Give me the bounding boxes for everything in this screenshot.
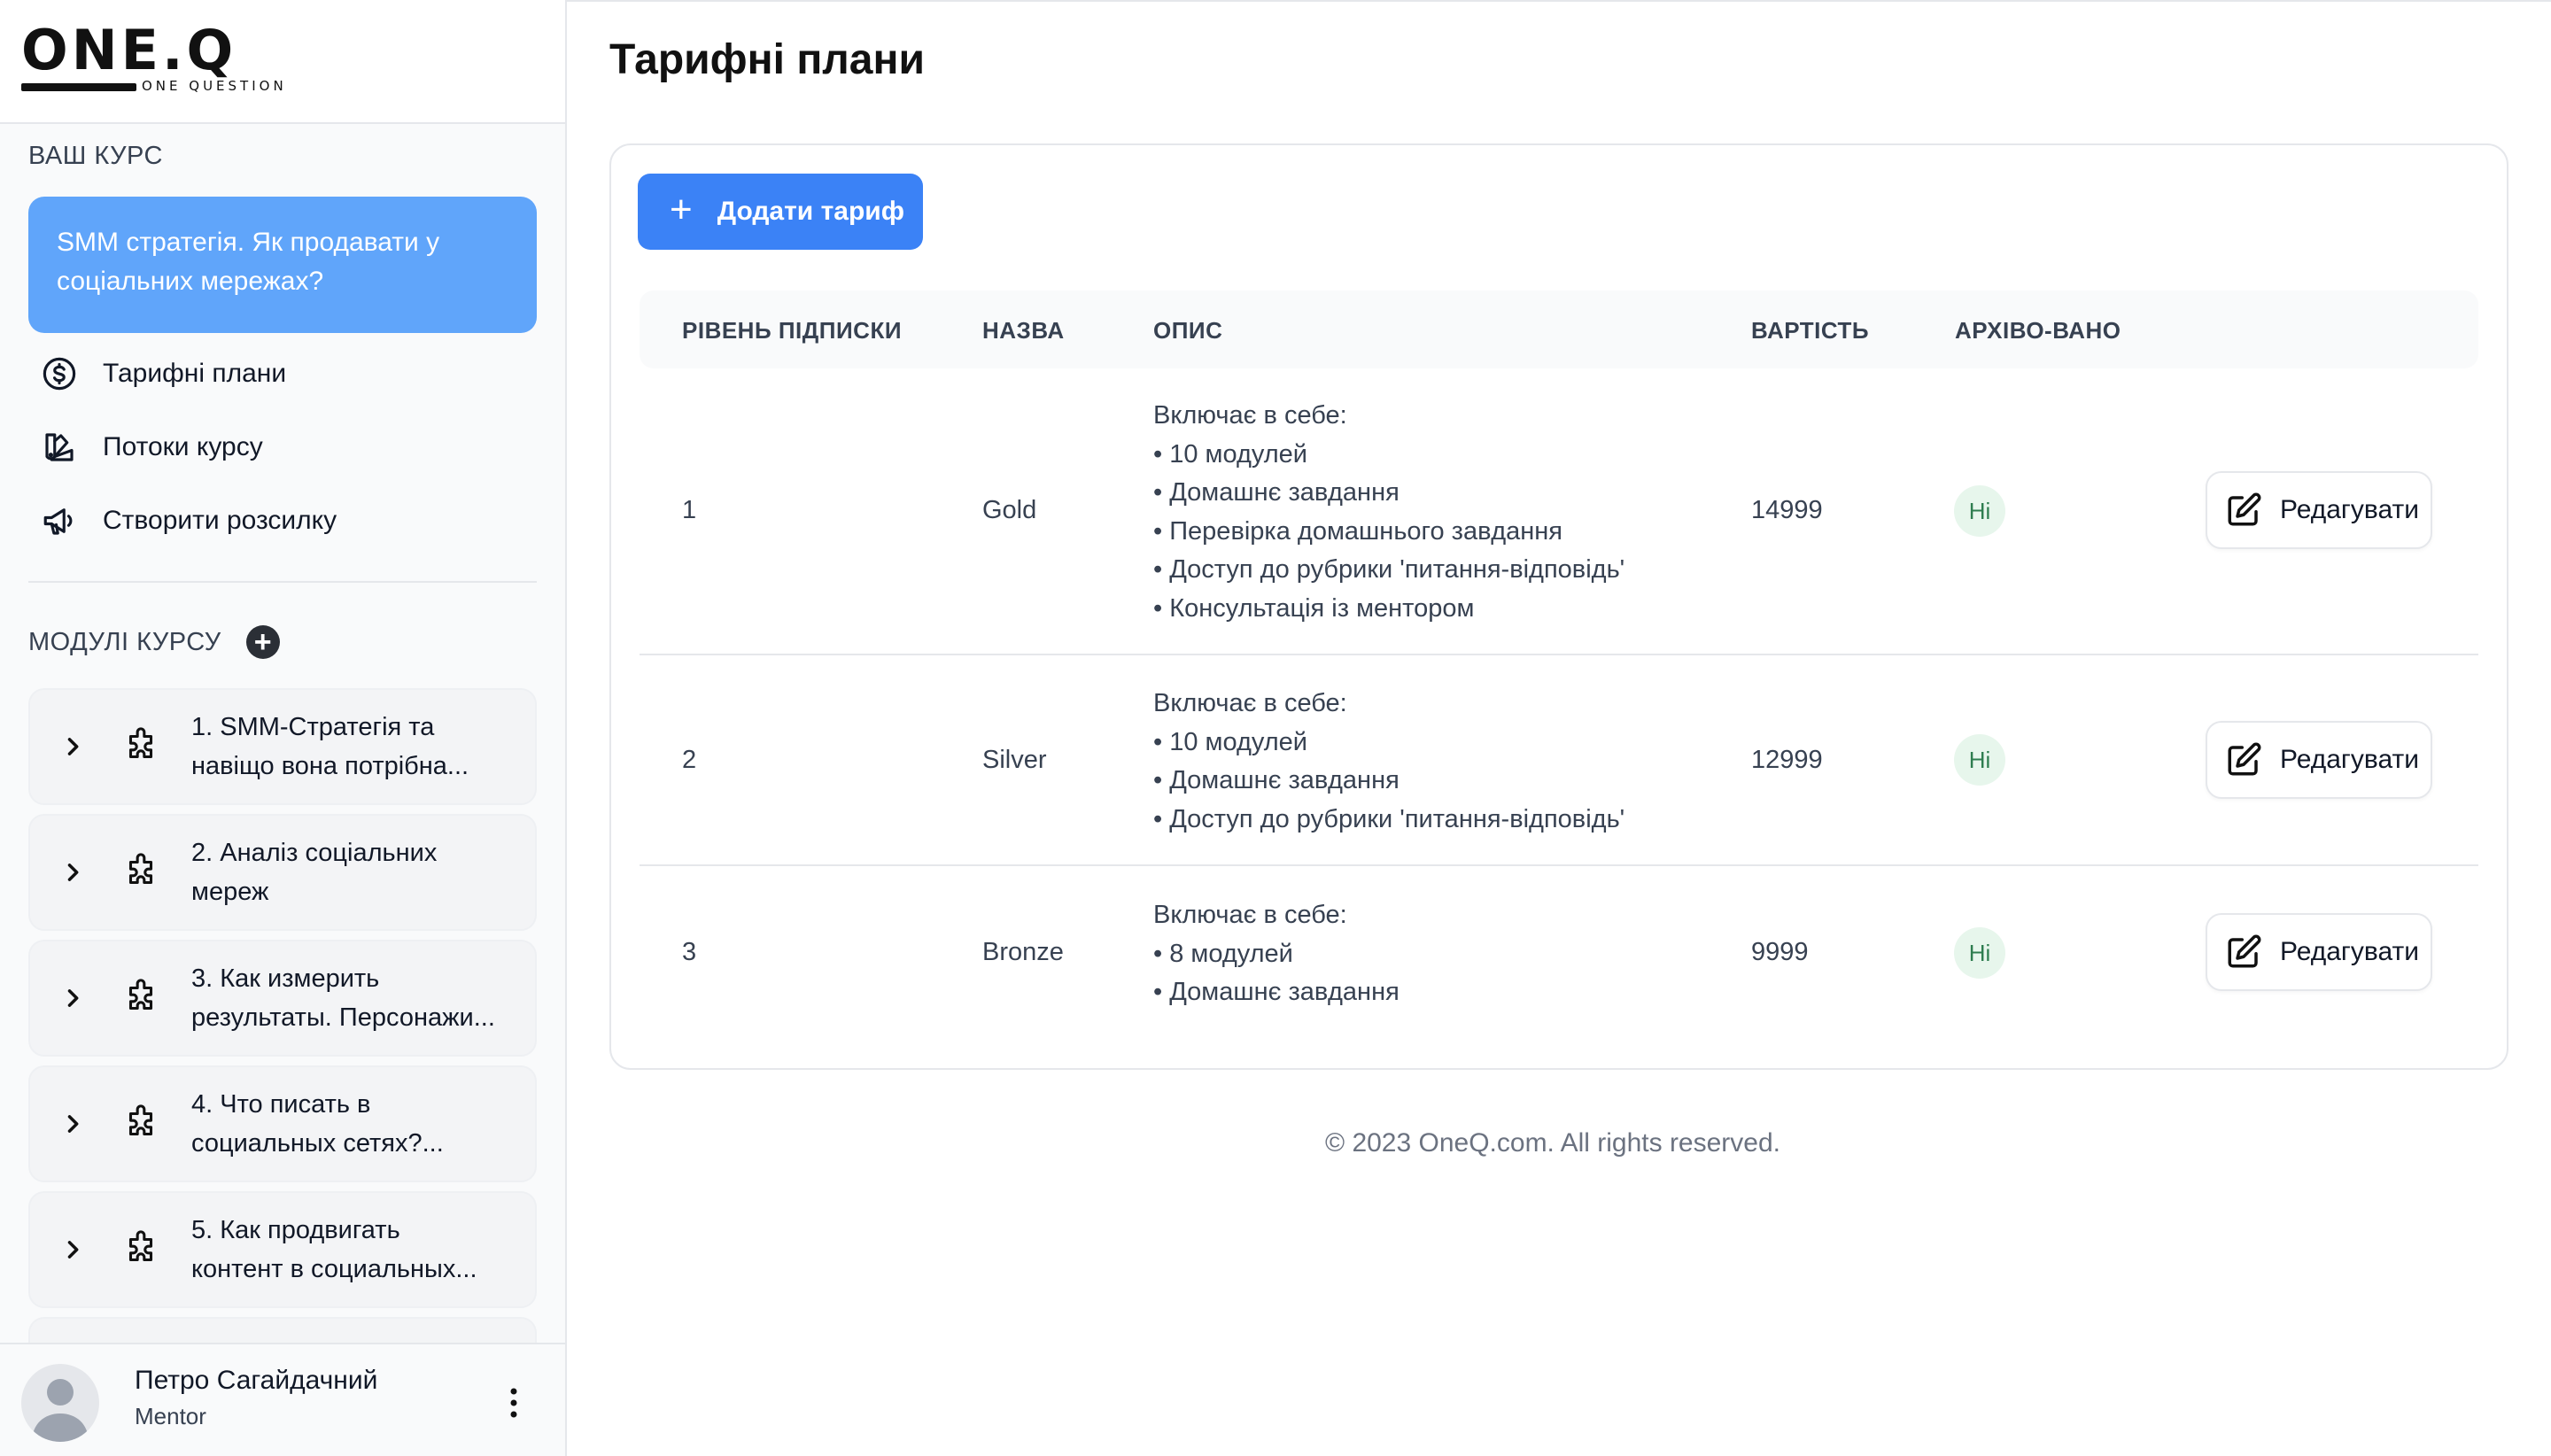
cell-price: 12999 xyxy=(1751,746,1823,774)
module-item[interactable]: 3. Как измерить результаты. Персонажи... xyxy=(28,940,537,1057)
column-header-archived: АРХІВО-ВАНО xyxy=(1955,317,2121,344)
edit-button[interactable]: Редагувати xyxy=(2206,721,2432,799)
add-module-icon[interactable]: + xyxy=(245,625,280,659)
cell-name: Silver xyxy=(982,746,1047,774)
sidebar-item-course-streams[interactable]: Потоки курсу xyxy=(41,425,263,469)
course-section-title: ВАШ КУРС xyxy=(28,142,163,170)
cell-price: 14999 xyxy=(1751,496,1823,524)
plus-icon: + xyxy=(670,188,693,231)
cell-description: Включає в себе: • 8 модулей • Домашнє за… xyxy=(1153,901,1400,1006)
dollar-circle-icon xyxy=(43,357,76,391)
status-badge: Ні xyxy=(1954,734,2005,786)
column-header-name: НАЗВА xyxy=(982,317,1065,344)
logo-tagline: ONE QUESTION xyxy=(142,78,287,94)
sidebar-divider xyxy=(28,581,537,583)
edit-label: Редагувати xyxy=(2280,745,2419,774)
table-header: РІВЕНЬ ПІДПИСКИ НАЗВА ОПИС ВАРТІСТЬ АРХІ… xyxy=(640,290,2478,368)
row-divider xyxy=(640,864,2478,866)
cell-description: Включає в себе: • 10 модулей • Домашнє з… xyxy=(1153,689,1625,833)
module-title: 3. Как измерить результаты. Персонажи... xyxy=(191,964,495,1032)
module-title: 4. Что писать в социальных сетях?... xyxy=(191,1090,444,1158)
status-badge: Ні xyxy=(1954,927,2005,979)
cell-level: 3 xyxy=(682,938,697,966)
edit-label: Редагувати xyxy=(2280,937,2419,966)
user-profile[interactable]: Петро Сагайдачний Mentor xyxy=(0,1343,565,1456)
puzzle-icon xyxy=(128,1104,153,1136)
sidebar-item-label: Створити розсилку xyxy=(103,506,337,535)
chevron-right-icon[interactable] xyxy=(60,1237,85,1262)
logo-area: ONE.Q ONE QUESTION xyxy=(0,0,565,124)
footer-copyright: © 2023 OneQ.com. All rights reserved. xyxy=(1325,1128,1780,1158)
current-course-card[interactable]: SMM стратегія. Як продавати у соціальних… xyxy=(28,197,537,333)
module-title: 5. Как продвигать контент в социальных..… xyxy=(191,1216,477,1283)
edit-icon xyxy=(2228,742,2261,776)
avatar[interactable] xyxy=(21,1364,99,1442)
add-plan-label: Додати тариф xyxy=(717,197,904,226)
cell-name: Gold xyxy=(982,496,1037,524)
sidebar: ONE.Q ONE QUESTION ВАШ КУРС SMM стратегі… xyxy=(0,0,567,1456)
sidebar-item-pricing-plans[interactable]: Тарифні плани xyxy=(41,352,286,396)
module-item[interactable]: 2. Аналіз соціальних мереж xyxy=(28,814,537,931)
sidebar-item-label: Тарифні плани xyxy=(103,359,287,388)
module-item[interactable]: 4. Что писать в социальных сетях?... xyxy=(28,1065,537,1182)
cell-description: Включає в себе: • 10 модулей • Домашнє з… xyxy=(1153,401,1625,623)
edit-icon xyxy=(2228,492,2261,526)
page-title: Тарифні плани xyxy=(609,36,925,83)
column-header-level: РІВЕНЬ ПІДПИСКИ xyxy=(682,317,903,344)
puzzle-icon xyxy=(128,1230,153,1262)
puzzle-icon xyxy=(128,727,153,759)
edit-icon xyxy=(2228,934,2261,968)
edit-button[interactable]: Редагувати xyxy=(2206,913,2432,991)
module-item[interactable]: 1. SMM-Стратегія та навіщо вона потрібна… xyxy=(28,688,537,805)
cell-level: 2 xyxy=(682,746,697,774)
puzzle-icon xyxy=(128,853,153,885)
logo-underline xyxy=(21,83,136,91)
module-title: 1. SMM-Стратегія та навіщо вона потрібна… xyxy=(191,713,469,780)
chevron-right-icon[interactable] xyxy=(60,1111,85,1136)
edit-button[interactable]: Редагувати xyxy=(2206,471,2432,549)
row-divider xyxy=(640,654,2478,655)
sidebar-item-label: Потоки курсу xyxy=(103,432,263,461)
column-header-description: ОПИС xyxy=(1153,317,1223,344)
logo[interactable]: ONE.Q xyxy=(21,19,236,81)
puzzle-icon xyxy=(128,979,153,1011)
chevron-right-icon[interactable] xyxy=(60,986,85,1011)
module-item[interactable]: 5. Как продвигать контент в социальных..… xyxy=(28,1191,537,1308)
cell-name: Bronze xyxy=(982,938,1064,966)
modules-header: МОДУЛІ КУРСУ + xyxy=(28,625,280,659)
chevron-right-icon[interactable] xyxy=(60,860,85,885)
cell-level: 1 xyxy=(682,496,697,524)
chevron-right-icon[interactable] xyxy=(60,734,85,759)
modules-title: МОДУЛІ КУРСУ xyxy=(28,627,221,656)
megaphone-icon xyxy=(43,508,73,535)
edit-label: Редагувати xyxy=(2280,495,2419,524)
module-title: 2. Аналіз соціальних мереж xyxy=(191,839,438,906)
status-badge: Ні xyxy=(1954,485,2005,537)
more-vertical-icon[interactable] xyxy=(507,1385,521,1421)
user-placeholder-icon xyxy=(32,1379,89,1442)
column-header-price: ВАРТІСТЬ xyxy=(1751,317,1870,344)
user-role: Mentor xyxy=(135,1403,206,1429)
cell-price: 9999 xyxy=(1751,938,1809,966)
user-name: Петро Сагайдачний xyxy=(135,1366,378,1395)
add-plan-button[interactable]: + Додати тариф xyxy=(638,174,923,250)
swatch-book-icon xyxy=(45,433,74,461)
sidebar-item-create-mailing[interactable]: Створити розсилку xyxy=(41,499,337,543)
